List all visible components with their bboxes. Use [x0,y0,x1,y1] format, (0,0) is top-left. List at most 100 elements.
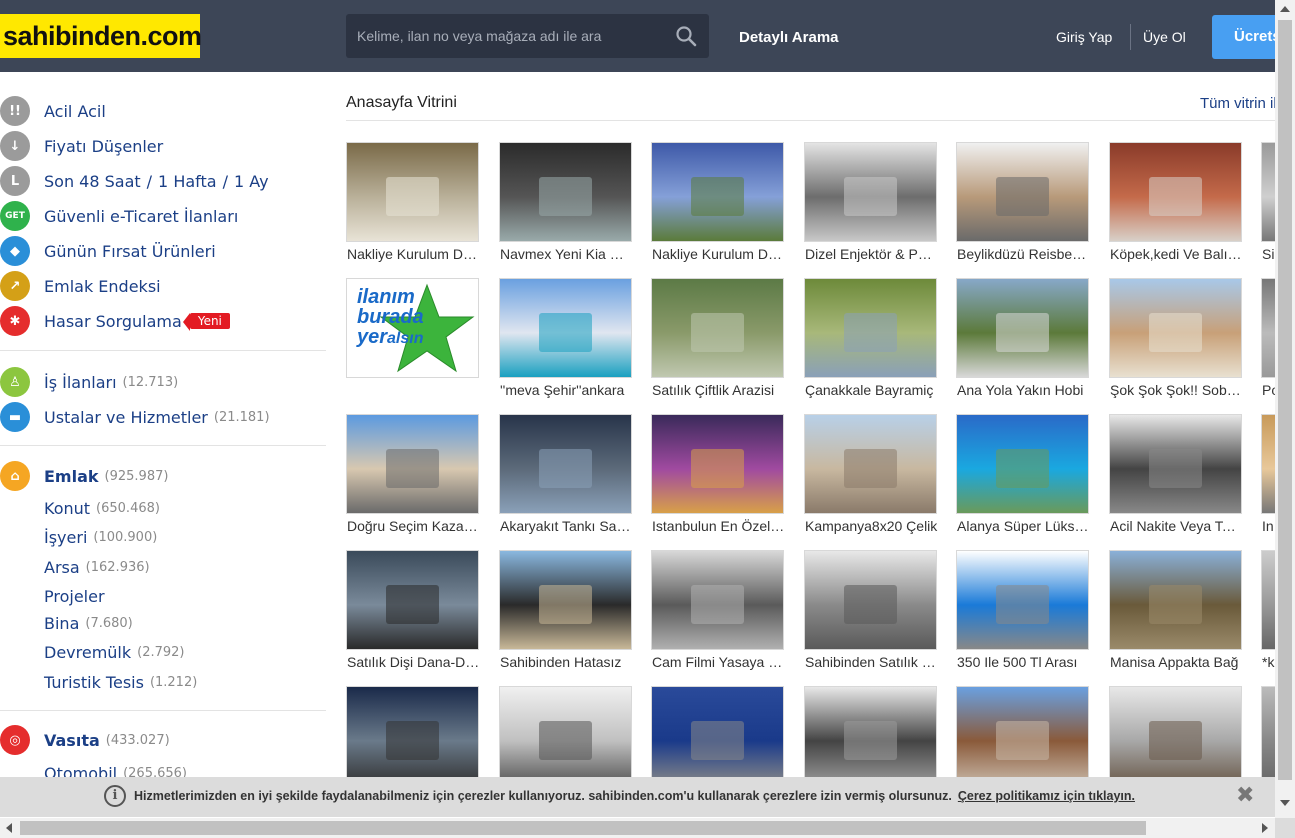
showcase-item[interactable]: *k [1261,550,1275,674]
sidebar-item-emlak[interactable]: ⌂ Emlak (925.987) [0,461,168,491]
sidebar-subitem[interactable]: Otomobil (265.656) [44,762,187,778]
showcase-item[interactable]: Cam Filmi Yasaya Uygun [651,550,791,674]
showcase-item[interactable] [651,686,791,777]
showcase-item[interactable]: Acil Nakite Veya Takas [1109,414,1249,538]
vertical-scrollbar[interactable] [1275,0,1295,818]
sidebar-item-label[interactable]: Vasıta [44,731,100,750]
listing-thumbnail[interactable] [804,686,937,777]
showcase-item[interactable]: Satılık Çiftlik Arazisi [651,278,791,402]
subitem-label[interactable]: Projeler [44,587,105,606]
listing-title[interactable]: Nakliye Kurulum Dahil [347,246,480,262]
showcase-item[interactable]: Ana Yola Yakın Hobi [956,278,1096,402]
listing-title[interactable]: *k [1262,654,1275,670]
subitem-label[interactable]: İşyeri [44,528,87,547]
scroll-right-icon[interactable] [1262,823,1268,833]
sidebar-item[interactable]: !! Acil Acil [0,96,106,126]
subitem-label[interactable]: Bina [44,614,79,633]
sidebar-subitem[interactable]: Turistik Tesis (1.212) [44,671,197,693]
listing-title[interactable]: Nakliye Kurulum Dahil [652,246,785,262]
sidebar-item-label[interactable]: İş İlanları [44,373,117,392]
subitem-label[interactable]: Arsa [44,558,80,577]
listing-thumbnail[interactable] [956,278,1089,378]
listing-title[interactable]: Satılık Çiftlik Arazisi [652,382,785,398]
listing-title[interactable]: Acil Nakite Veya Takas [1110,518,1243,534]
listing-thumbnail[interactable] [1109,550,1242,650]
showcase-item[interactable]: Kampanya8x20 Çelik [804,414,944,538]
search-icon[interactable] [675,25,697,47]
showcase-item[interactable] [1261,686,1275,777]
showcase-item[interactable] [1109,686,1249,777]
listing-title[interactable]: Satılık Dişi Dana-Düve [347,654,480,670]
vertical-scroll-thumb[interactable] [1278,20,1292,780]
listing-thumbnail[interactable] [651,142,784,242]
all-showcase-link[interactable]: Tüm vitrin ilanları [1200,95,1275,112]
listing-thumbnail[interactable] [1109,414,1242,514]
scroll-left-icon[interactable] [6,823,12,833]
listing-title[interactable]: Navmex Yeni Kia Sportage [500,246,633,262]
listing-thumbnail[interactable] [804,278,937,378]
showcase-item[interactable]: Çanakkale Bayramiç [804,278,944,402]
showcase-item[interactable]: Satılık Dişi Dana-Düve [346,550,486,674]
listing-title[interactable]: ''meva Şehir''ankara [500,382,633,398]
showcase-item[interactable]: Nakliye Kurulum Dahil [651,142,791,266]
listing-title[interactable]: Si [1262,246,1275,262]
sidebar-item-label[interactable]: Güvenli e-Ticaret İlanları [44,207,238,226]
listing-thumbnail[interactable] [804,550,937,650]
listing-thumbnail[interactable] [956,686,1089,777]
sidebar-item[interactable]: ↗ Emlak Endeksi [0,271,161,301]
scroll-up-icon[interactable] [1280,6,1290,12]
showcase-item[interactable]: Nakliye Kurulum Dahil [346,142,486,266]
sidebar-subitem[interactable]: Bina (7.680) [44,612,133,634]
listing-thumbnail[interactable] [499,278,632,378]
sidebar-item-label[interactable]: Emlak Endeksi [44,277,161,296]
sidebar-item-jobs[interactable]: ♙ İş İlanları (12.713) [0,367,178,397]
showcase-item[interactable] [346,686,486,777]
listing-title[interactable]: Sahibinden Hatasız [500,654,633,670]
horizontal-scrollbar[interactable] [0,818,1275,838]
listing-thumbnail[interactable] [499,142,632,242]
listing-title[interactable]: Ana Yola Yakın Hobi [957,382,1090,398]
showcase-item[interactable]: 350 Ile 500 Tl Arası [956,550,1096,674]
sidebar-item[interactable]: ◆ Günün Fırsat Ürünleri [0,236,216,266]
detailed-search-link[interactable]: Detaylı Arama [739,29,839,46]
listing-thumbnail[interactable] [651,550,784,650]
listing-title[interactable]: Kampanya8x20 Çelik [805,518,938,534]
cookie-policy-link[interactable]: Çerez politikamız için tıklayın. [958,789,1135,803]
sidebar-item-services[interactable]: ▬ Ustalar ve Hizmetler (21.181) [0,402,270,432]
sidebar-item-label[interactable]: Son 48 Saat [44,172,141,191]
showcase-item[interactable]: Akaryakıt Tankı Satılık [499,414,639,538]
showcase-item[interactable]: ilanım burada yeralsın [346,278,486,402]
listing-thumbnail[interactable] [1109,686,1242,777]
sidebar-item-label[interactable]: Günün Fırsat Ürünleri [44,242,216,261]
listing-title[interactable]: Akaryakıt Tankı Satılık [500,518,633,534]
listing-thumbnail[interactable] [346,686,479,777]
listing-thumbnail[interactable] [499,686,632,777]
showcase-item[interactable]: Manisa Appakta Bağ [1109,550,1249,674]
sidebar-subitem[interactable]: Devremülk (2.792) [44,641,185,663]
listing-title[interactable]: Alanya Süper Lüks Daire [957,518,1090,534]
listing-title[interactable]: Beylikdüzü Reisbey Sitesi [957,246,1090,262]
listing-thumbnail[interactable] [651,414,784,514]
listing-title[interactable]: Şok Şok Şok!! Sobacı [1110,382,1243,398]
listing-thumbnail[interactable] [1261,414,1275,514]
showcase-item[interactable]: Navmex Yeni Kia Sportage [499,142,639,266]
subitem-label[interactable]: Konut [44,499,90,518]
listing-title[interactable]: Sahibinden Satılık Daire [805,654,938,670]
listing-thumbnail[interactable] [651,278,784,378]
listing-title[interactable]: Dizel Enjektör & Pompa [805,246,938,262]
showcase-item[interactable]: Sahibinden Satılık Daire [804,550,944,674]
showcase-item[interactable]: ''meva Şehir''ankara [499,278,639,402]
showcase-item[interactable]: Doğru Seçim Kazandırır [346,414,486,538]
listing-thumbnail[interactable] [1261,550,1275,650]
listing-thumbnail[interactable] [804,142,937,242]
listing-title[interactable]: Doğru Seçim Kazandırır [347,518,480,534]
listing-thumbnail[interactable] [346,550,479,650]
listing-thumbnail[interactable] [499,550,632,650]
listing-thumbnail[interactable] [804,414,937,514]
listing-title[interactable]: Istanbulun En Özel Mekanı [652,518,785,534]
subitem-label[interactable]: Devremülk [44,643,131,662]
month-link[interactable]: 1 Ay [234,172,269,191]
listing-thumbnail[interactable] [1109,278,1242,378]
register-link[interactable]: Üye Ol [1143,29,1186,45]
listing-thumbnail[interactable] [956,142,1089,242]
